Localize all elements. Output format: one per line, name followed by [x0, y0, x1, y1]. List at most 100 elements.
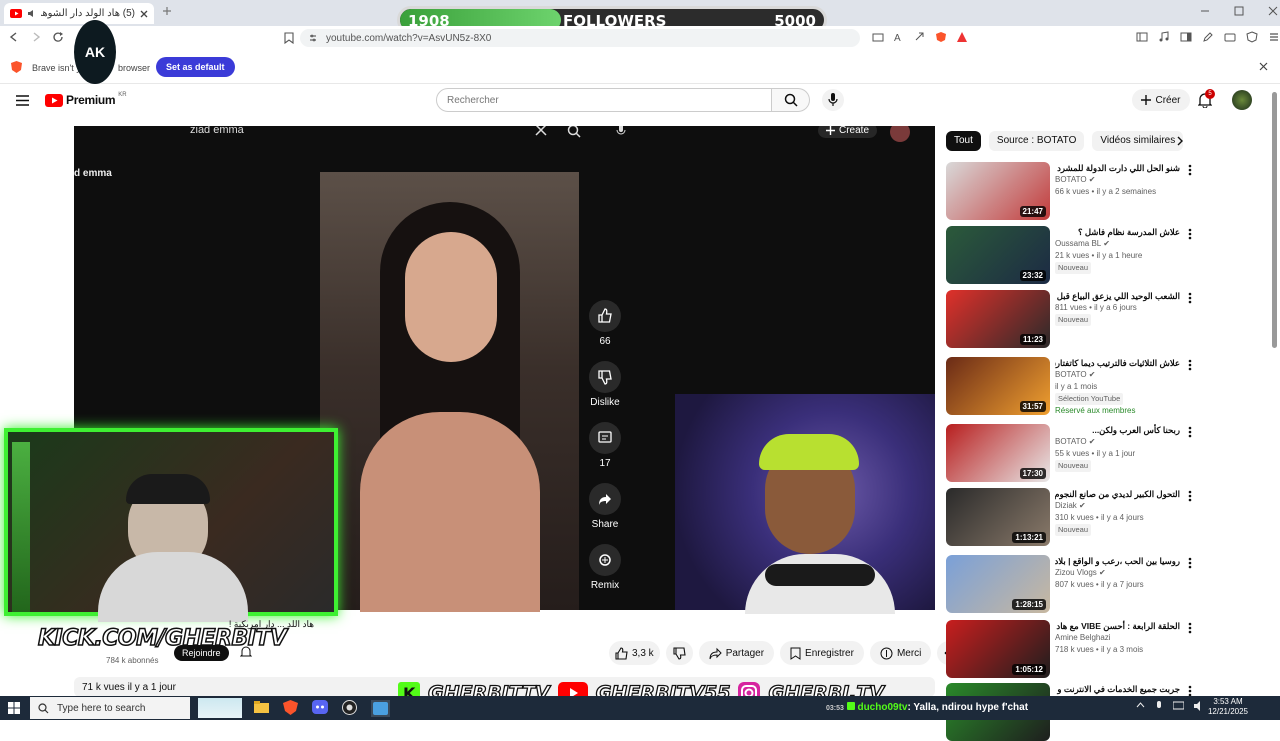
search-button[interactable]	[772, 88, 810, 112]
video-thumbnail[interactable]: 1:28:15	[946, 555, 1050, 613]
new-tab-icon[interactable]	[162, 6, 172, 16]
more-options-icon[interactable]	[1188, 557, 1192, 569]
tray-chevron-icon[interactable]	[1136, 701, 1145, 712]
video-thumbnail[interactable]: 31:57	[946, 357, 1050, 415]
sidebar-icon[interactable]	[1136, 31, 1148, 43]
wallet-icon[interactable]	[1224, 31, 1236, 43]
chips-next-icon[interactable]	[1176, 136, 1184, 146]
system-clock[interactable]: 3:53 AM 12/21/2025	[1200, 697, 1256, 717]
recommendation-item[interactable]: 21:47 شنو الحل اللي دارت الدولة للمشرد ال…	[946, 162, 1196, 220]
channel-name[interactable]: Zizou Vlogs ✔	[1055, 567, 1180, 579]
video-title[interactable]: شنو الحل اللي دارت الدولة للمشرد الصغير …	[1055, 162, 1180, 174]
chip-source[interactable]: Source : BOTATO	[988, 131, 1085, 151]
video-thumbnail[interactable]: 17:30	[946, 424, 1050, 482]
notifications-button[interactable]: 5	[1198, 89, 1215, 108]
chip-all[interactable]: Tout	[946, 131, 981, 151]
video-title[interactable]: التحول الكبير لديدي من صانع النجوم الى ا…	[1055, 488, 1180, 500]
video-title[interactable]: روسيا بين الحب ،رعب و الواقع | بلاد الجم…	[1055, 555, 1180, 567]
recommendation-item[interactable]: 1:28:15 روسيا بين الحب ،رعب و الواقع | بل…	[946, 555, 1196, 613]
tray-mic-icon[interactable]	[1155, 701, 1163, 712]
subscribe-bell-icon[interactable]	[240, 646, 252, 659]
hamburger-menu-icon[interactable]	[16, 95, 29, 106]
video-title[interactable]: الحلقة الرابعة : أحسن VIBE مع هاد جوج ch…	[1055, 620, 1180, 632]
maximize-icon[interactable]	[1234, 6, 1244, 16]
recommendation-item[interactable]: 31:57 علاش التلاثيات فالترتيب ديما كاتفتا…	[946, 357, 1196, 415]
channel-name[interactable]: Oussama BL ✔	[1055, 238, 1180, 250]
video-thumbnail[interactable]: 21:47	[946, 162, 1050, 220]
music-icon[interactable]	[1158, 31, 1170, 43]
more-options-icon[interactable]	[1188, 359, 1192, 371]
recommendation-item[interactable]: 23:32 علاش المدرسة نظام فاشل ؟ Oussama BL …	[946, 226, 1196, 284]
more-options-icon[interactable]	[1188, 164, 1192, 176]
dislike-action[interactable]: Dislike	[586, 361, 624, 408]
file-explorer-icon[interactable]	[254, 700, 269, 717]
brave-app-icon[interactable]	[283, 700, 298, 717]
channel-name[interactable]: BOTATO ✔	[1055, 174, 1180, 186]
recommendation-item[interactable]: 1:05:12 الحلقة الرابعة : أحسن VIBE مع هاد…	[946, 620, 1196, 678]
more-options-icon[interactable]	[1188, 490, 1192, 502]
chip-similar[interactable]: Vidéos similaires	[1092, 131, 1184, 151]
more-options-icon[interactable]	[1188, 228, 1192, 240]
translate-icon[interactable]: A	[893, 31, 905, 43]
thanks-button[interactable]: Merci	[869, 641, 932, 665]
video-thumbnail[interactable]: 1:05:12	[946, 620, 1050, 678]
recommendation-item[interactable]: 1:13:21 التحول الكبير لديدي من صانع النجو…	[946, 488, 1196, 546]
video-title[interactable]: ربحنا كأس العرب ولكن...	[1055, 424, 1180, 436]
cast-icon[interactable]	[872, 31, 884, 43]
forward-icon[interactable]	[30, 31, 42, 43]
video-title[interactable]: علاش المدرسة نظام فاشل ؟	[1055, 226, 1180, 238]
video-title[interactable]: الشعب الوحيد اللي يزعق البياع قبل ما يشت…	[1055, 290, 1180, 302]
brave-shields-icon[interactable]	[935, 31, 947, 43]
menu-icon[interactable]	[1268, 31, 1280, 43]
video-title[interactable]: علاش التلاثيات فالترتيب ديما كاتفتارق ؟	[1055, 357, 1180, 369]
widgets-icon[interactable]	[198, 698, 242, 718]
join-button[interactable]: Rejoindre	[174, 645, 229, 661]
video-thumbnail[interactable]: 1:13:21	[946, 488, 1050, 546]
audio-icon[interactable]	[27, 9, 36, 18]
more-options-icon[interactable]	[1188, 292, 1192, 304]
browser-tab[interactable]: (5) هاد الولد دار الشوهة ميرانت	[4, 3, 154, 24]
channel-name[interactable]: BOTATO ✔	[1055, 369, 1180, 381]
channel-name[interactable]: Diziak ✔	[1055, 500, 1180, 512]
more-options-icon[interactable]	[1188, 426, 1192, 438]
reload-icon[interactable]	[52, 31, 64, 43]
set-as-default-button[interactable]: Set as default	[156, 57, 235, 77]
channel-name[interactable]: Amine Belghazi	[1055, 632, 1180, 644]
share-page-icon[interactable]	[914, 31, 926, 43]
save-button[interactable]: Enregistrer	[780, 641, 864, 665]
share-button[interactable]: Partager	[698, 641, 775, 665]
dislike-button[interactable]	[665, 641, 693, 665]
bookmark-icon[interactable]	[284, 32, 294, 44]
back-icon[interactable]	[8, 31, 20, 43]
vpn-icon[interactable]	[1246, 31, 1258, 43]
more-options-icon[interactable]	[1188, 622, 1192, 634]
video-thumbnail[interactable]: 23:32	[946, 226, 1050, 284]
video-title[interactable]: جربت جميع الخدمات في الانترنت و جمعت	[1055, 683, 1180, 695]
voice-search-button[interactable]	[822, 89, 844, 111]
like-button[interactable]: 3,3 k	[609, 641, 660, 665]
panel-icon[interactable]	[1180, 31, 1192, 43]
brave-rewards-icon[interactable]	[956, 31, 968, 43]
address-bar[interactable]: youtube.com/watch?v=AsvUN5z-8X0	[300, 29, 860, 47]
create-button[interactable]: Créer	[1132, 89, 1190, 111]
avatar[interactable]	[1232, 90, 1252, 110]
recommendation-item[interactable]: 11:23 الشعب الوحيد اللي يزعق البياع قبل م…	[946, 290, 1196, 348]
recommendation-item[interactable]: 17:30 ربحنا كأس العرب ولكن... BOTATO ✔ 55 k…	[946, 424, 1196, 482]
like-action[interactable]: 66	[586, 300, 624, 347]
network-icon[interactable]	[1173, 701, 1184, 712]
infobar-close-icon[interactable]	[1259, 62, 1268, 71]
search-input[interactable]: Rechercher	[436, 88, 772, 112]
close-window-icon[interactable]	[1268, 6, 1278, 16]
active-app-icon[interactable]	[371, 700, 390, 717]
close-tab-icon[interactable]	[140, 10, 148, 18]
windows-start-icon[interactable]	[8, 702, 20, 714]
channel-name[interactable]: BOTATO ✔	[1055, 436, 1180, 448]
video-thumbnail[interactable]: 11:23	[946, 290, 1050, 348]
youtube-premium-logo[interactable]: Premium KR	[45, 92, 127, 107]
remix-action[interactable]: Remix	[586, 544, 624, 591]
taskbar-search[interactable]: Type here to search	[30, 697, 190, 719]
obs-icon[interactable]	[342, 700, 357, 717]
site-info-icon[interactable]	[308, 33, 318, 43]
discord-icon[interactable]	[312, 700, 328, 717]
edit-icon[interactable]	[1202, 31, 1214, 43]
